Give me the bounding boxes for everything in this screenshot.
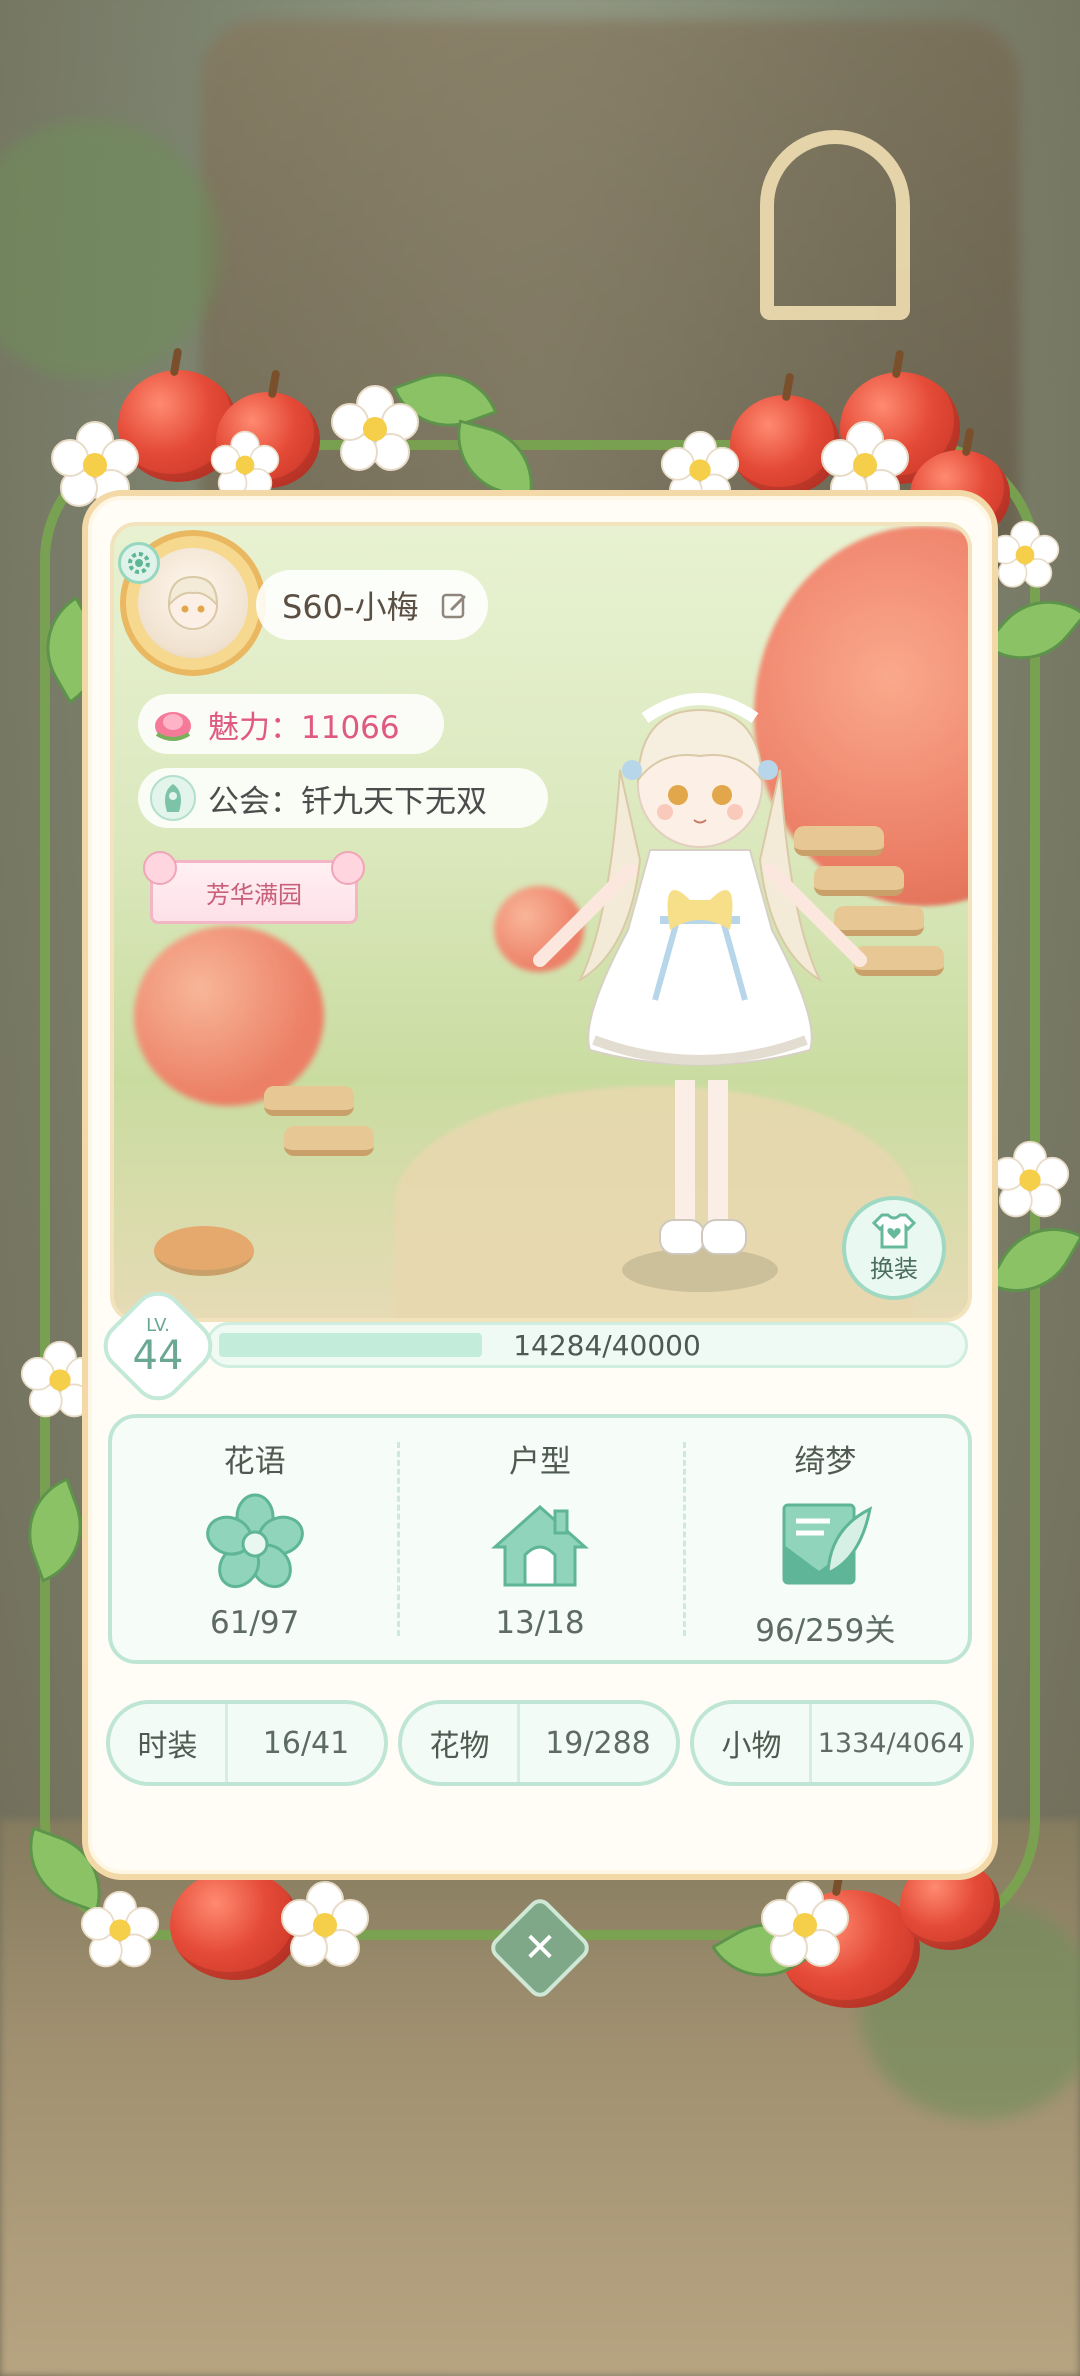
flower-decoration [761, 1881, 849, 1967]
title-badge[interactable]: 芳华满园 [143, 851, 365, 924]
flower-decoration [281, 1881, 369, 1967]
apple-background [134, 926, 324, 1106]
collection-label: 时装 [110, 1704, 228, 1782]
change-outfit-label: 换装 [870, 1254, 918, 1283]
collection-fashion[interactable]: 时装 16/41 [106, 1700, 388, 1786]
character-avatar[interactable] [510, 660, 890, 1310]
stair-step [264, 1086, 354, 1116]
stat-value: 96/259关 [755, 1613, 896, 1649]
letter-quill-icon [782, 1503, 873, 1585]
collection-value: 16/41 [262, 1725, 350, 1761]
xp-progress-bar: 14284/40000 [206, 1322, 968, 1368]
player-name-pill[interactable]: S60-小梅 [256, 570, 488, 640]
tshirt-heart-icon [872, 1213, 916, 1248]
level-text: LV. 44 [112, 1304, 204, 1390]
avatar-face-icon [167, 575, 219, 630]
flower-decoration [331, 385, 419, 471]
collection-label: 小物 [694, 1704, 812, 1782]
guild-emblem-icon [150, 775, 196, 821]
close-icon[interactable]: ✕ [502, 1910, 578, 1986]
xp-text: 14284/40000 [513, 1328, 701, 1362]
stat-value: 13/18 [495, 1605, 585, 1641]
guild-name: 公会：钎九天下无双 [208, 783, 487, 820]
background-foliage [0, 120, 220, 380]
charm-pill: 魅力：11066 [138, 694, 444, 754]
stat-huxing[interactable]: 户型 13/18 [397, 1418, 682, 1660]
stat-title: 绮梦 [794, 1444, 857, 1480]
mushroom-stool [154, 1226, 254, 1276]
stat-qimeng[interactable]: 绮梦 96/259关 [682, 1418, 968, 1660]
gear-icon [128, 552, 150, 574]
stair-step [284, 1126, 374, 1156]
apple-house-door [760, 130, 910, 320]
stats-panel: 花语 61/97 户型 13/18 绮梦 96/259关 [108, 1414, 972, 1664]
title-badge-text: 芳华满园 [206, 880, 302, 909]
player-name: S60-小梅 [282, 588, 419, 626]
stat-title: 户型 [508, 1444, 571, 1480]
flower-icon [205, 1493, 304, 1589]
flower-decoration [990, 1140, 1070, 1218]
flower-decoration [990, 520, 1060, 588]
collection-flowers[interactable]: 花物 19/288 [398, 1700, 680, 1786]
guild-pill[interactable]: 公会：钎九天下无双 [138, 768, 548, 828]
collection-value: 19/288 [545, 1725, 651, 1761]
stat-huayu[interactable]: 花语 61/97 [112, 1418, 397, 1660]
level-value: 44 [132, 1333, 184, 1379]
collection-label: 花物 [402, 1704, 520, 1782]
stat-title: 花语 [223, 1444, 286, 1480]
charm-value: 魅力：11066 [208, 709, 400, 746]
settings-gear-icon[interactable] [118, 542, 160, 584]
rose-icon [150, 701, 196, 747]
collection-value: 1334/4064 [817, 1727, 965, 1759]
stat-value: 61/97 [209, 1605, 300, 1641]
collection-items[interactable]: 小物 1334/4064 [690, 1700, 974, 1786]
flower-decoration [80, 1890, 160, 1968]
change-outfit-button[interactable]: 换装 [842, 1196, 946, 1300]
house-icon [491, 1504, 589, 1587]
edit-name-icon[interactable] [440, 592, 468, 620]
